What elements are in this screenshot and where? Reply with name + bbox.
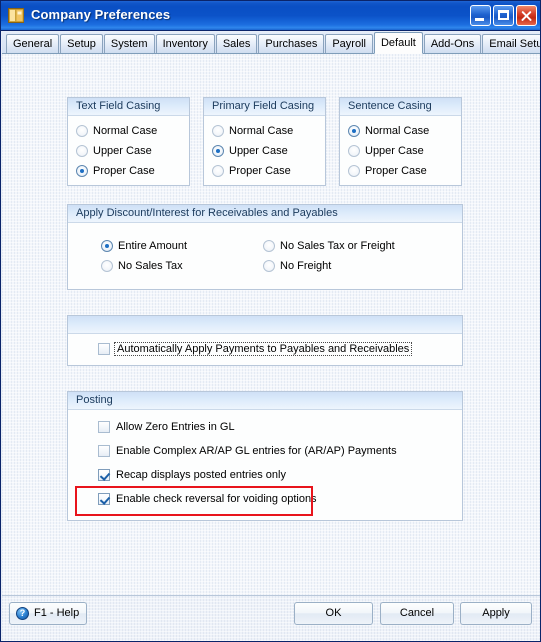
checkbox-allow-zero-entries-in-gl[interactable]: Allow Zero Entries in GL: [98, 421, 235, 433]
company-folder-icon: [8, 8, 24, 23]
checkbox-box-icon: [98, 421, 110, 433]
group-auto-apply-payments: Automatically Apply Payments to Payables…: [67, 315, 463, 366]
radio-circle-icon: [101, 260, 113, 272]
group-body-text-field-casing: Normal Case Upper Case Proper Case: [68, 116, 189, 185]
checkbox-label: Enable check reversal for voiding option…: [116, 493, 317, 505]
checkbox-checked-icon: [98, 493, 110, 505]
radio-circle-selected-icon: [101, 240, 113, 252]
checkbox-box-icon: [98, 445, 110, 457]
radio-discount-no-sales-tax-or-freight[interactable]: No Sales Tax or Freight: [263, 240, 395, 252]
radio-label: No Sales Tax or Freight: [280, 240, 395, 252]
radio-circle-icon: [263, 240, 275, 252]
checkbox-label: Automatically Apply Payments to Payables…: [114, 342, 413, 356]
radio-text-proper-case[interactable]: Proper Case: [76, 165, 155, 177]
radio-label: No Sales Tax: [118, 260, 183, 272]
radio-primary-proper-case[interactable]: Proper Case: [212, 165, 291, 177]
tab-general[interactable]: General: [6, 34, 60, 53]
cancel-button[interactable]: Cancel: [380, 602, 454, 625]
tab-default[interactable]: Default: [373, 32, 423, 54]
group-title-primary-field-casing: Primary Field Casing: [204, 98, 325, 116]
tab-inventory[interactable]: Inventory: [155, 34, 215, 53]
close-button[interactable]: [516, 5, 537, 26]
radio-label: Upper Case: [93, 145, 152, 157]
radio-circle-icon: [212, 125, 224, 137]
radio-circle-selected-icon: [212, 145, 224, 157]
radio-label: Upper Case: [229, 145, 288, 157]
checkbox-enable-check-reversal-for-voiding-options[interactable]: Enable check reversal for voiding option…: [98, 493, 317, 505]
group-body-sentence-casing: Normal Case Upper Case Proper Case: [340, 116, 461, 185]
radio-label: Entire Amount: [118, 240, 188, 252]
radio-primary-upper-case[interactable]: Upper Case: [212, 145, 288, 157]
group-posting: Posting Allow Zero Entries in GL Enable …: [67, 391, 463, 521]
radio-sentence-proper-case[interactable]: Proper Case: [348, 165, 427, 177]
radio-circle-icon: [263, 260, 275, 272]
ok-button[interactable]: OK: [294, 602, 373, 625]
radio-circle-icon: [348, 165, 360, 177]
group-body-apply-discount-interest: Entire Amount No Sales Tax No Sales Tax …: [68, 223, 462, 289]
group-title-sentence-casing: Sentence Casing: [340, 98, 461, 116]
group-body-primary-field-casing: Normal Case Upper Case Proper Case: [204, 116, 325, 185]
group-primary-field-casing: Primary Field Casing Normal Case Upper C…: [203, 97, 326, 186]
radio-discount-entire-amount[interactable]: Entire Amount: [101, 240, 187, 252]
tab-sales[interactable]: Sales: [215, 34, 258, 53]
radio-sentence-upper-case[interactable]: Upper Case: [348, 145, 424, 157]
maximize-button[interactable]: [493, 5, 514, 26]
radio-circle-icon: [76, 125, 88, 137]
group-body-posting: Allow Zero Entries in GL Enable Complex …: [68, 410, 462, 520]
radio-label: Upper Case: [365, 145, 424, 157]
radio-label: Proper Case: [229, 165, 291, 177]
group-apply-discount-interest: Apply Discount/Interest for Receivables …: [67, 204, 463, 290]
tab-payroll[interactable]: Payroll: [325, 34, 373, 53]
group-sentence-casing: Sentence Casing Normal Case Upper Case P…: [339, 97, 462, 186]
radio-text-upper-case[interactable]: Upper Case: [76, 145, 152, 157]
tab-purchases[interactable]: Purchases: [258, 34, 325, 53]
checkbox-auto-apply-payments[interactable]: Automatically Apply Payments to Payables…: [98, 342, 413, 356]
group-title-posting: Posting: [68, 392, 462, 410]
window-title: Company Preferences: [31, 7, 171, 22]
radio-label: Proper Case: [93, 165, 155, 177]
checkbox-recap-displays-posted-entries-only[interactable]: Recap displays posted entries only: [98, 469, 286, 481]
radio-discount-no-sales-tax[interactable]: No Sales Tax: [101, 260, 183, 272]
minimize-button[interactable]: [470, 5, 491, 26]
checkbox-label: Allow Zero Entries in GL: [116, 421, 235, 433]
radio-circle-selected-icon: [348, 125, 360, 137]
tab-email-setup[interactable]: Email Setup: [482, 34, 540, 53]
window-titlebar: Company Preferences: [1, 1, 540, 31]
radio-text-normal-case[interactable]: Normal Case: [76, 125, 157, 137]
radio-circle-icon: [212, 165, 224, 177]
radio-sentence-normal-case[interactable]: Normal Case: [348, 125, 429, 137]
preferences-tabstrip: General Setup System Inventory Sales Pur…: [2, 32, 540, 54]
maximize-icon: [498, 10, 509, 20]
group-text-field-casing: Text Field Casing Normal Case Upper Case…: [67, 97, 190, 186]
tab-add-ons[interactable]: Add-Ons: [423, 34, 482, 53]
radio-circle-selected-icon: [76, 165, 88, 177]
radio-primary-normal-case[interactable]: Normal Case: [212, 125, 293, 137]
company-preferences-window: Company Preferences General Setup System…: [0, 0, 541, 642]
radio-label: Normal Case: [93, 125, 158, 137]
question-mark-icon: ?: [16, 607, 29, 620]
checkbox-checked-icon: [98, 469, 110, 481]
tab-setup[interactable]: Setup: [60, 34, 103, 53]
radio-label: No Freight: [280, 260, 332, 272]
radio-circle-icon: [348, 145, 360, 157]
group-title-apply-discount-interest: Apply Discount/Interest for Receivables …: [68, 205, 462, 223]
apply-button[interactable]: Apply: [460, 602, 532, 625]
checkbox-label: Recap displays posted entries only: [116, 469, 286, 481]
window-controls: [470, 5, 537, 26]
radio-circle-icon: [76, 145, 88, 157]
radio-label: Normal Case: [229, 125, 294, 137]
group-body-auto-apply-payments: Automatically Apply Payments to Payables…: [68, 334, 462, 365]
checkbox-label: Enable Complex AR/AP GL entries for (AR/…: [116, 445, 397, 457]
radio-discount-no-freight[interactable]: No Freight: [263, 260, 331, 272]
checkbox-box-icon: [98, 343, 110, 355]
checkbox-enable-complex-arap-gl-entries[interactable]: Enable Complex AR/AP GL entries for (AR/…: [98, 445, 397, 457]
tab-system[interactable]: System: [103, 34, 155, 53]
group-title-auto-apply-payments: [68, 316, 462, 334]
group-title-text-field-casing: Text Field Casing: [68, 98, 189, 116]
radio-label: Proper Case: [365, 165, 427, 177]
default-tab-panel: Text Field Casing Normal Case Upper Case…: [2, 54, 540, 595]
minimize-icon: [475, 18, 484, 21]
radio-label: Normal Case: [365, 125, 430, 137]
